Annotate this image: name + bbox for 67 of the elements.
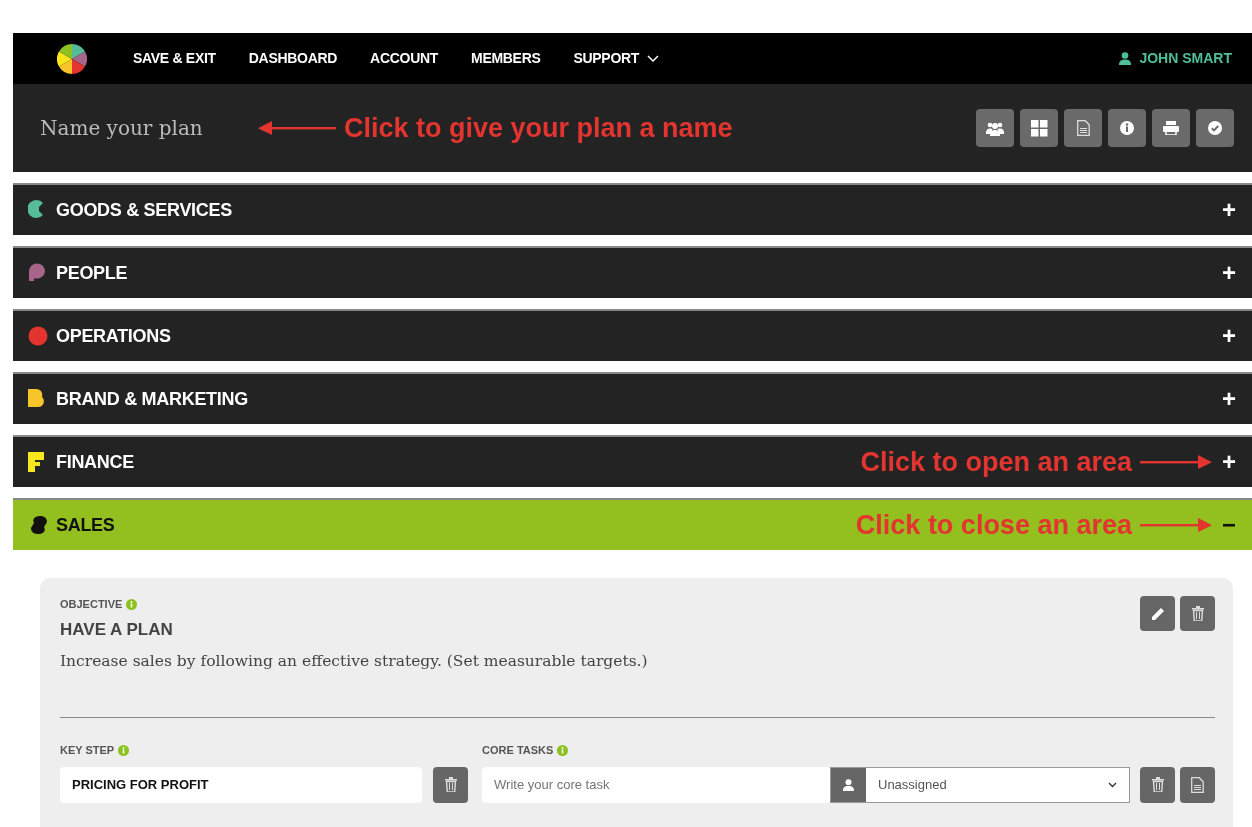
field-label: KEY STEP (60, 743, 115, 759)
objective-description: Increase sales by following an effective strategy. (Set measurable targets.) (60, 651, 649, 672)
field-label: OBJECTIVE (60, 597, 123, 612)
area-title: BRAND & MARKETING (56, 387, 248, 411)
check-circle-icon (1208, 121, 1222, 135)
area-title: FINANCE (56, 450, 134, 474)
toolbar-button[interactable] (1196, 109, 1234, 147)
grid-icon (1030, 119, 1048, 137)
logo-icon (57, 43, 87, 74)
expand-button[interactable]: + (1220, 387, 1238, 411)
user-menu[interactable]: JOHN SMART (1119, 48, 1232, 69)
nav-link[interactable]: SAVE & EXIT (133, 48, 216, 69)
notes-button[interactable] (1180, 766, 1215, 803)
user-icon (1119, 52, 1132, 65)
nav-link[interactable]: MEMBERS (471, 48, 541, 69)
document-icon (1076, 120, 1090, 136)
info-icon (557, 745, 569, 756)
trash-icon (444, 777, 457, 793)
annotation-arrow (1140, 455, 1212, 469)
objective-title: HAVE A PLAN (60, 618, 174, 641)
key-step-field[interactable]: PRICING FOR PROFIT (60, 766, 423, 803)
assignee-select[interactable]: Unassigned (830, 766, 1130, 803)
expand-button[interactable]: + (1220, 324, 1238, 348)
toolbar-button[interactable] (1020, 109, 1058, 147)
expand-button[interactable]: + (1220, 261, 1238, 285)
info-icon (126, 598, 138, 610)
info-icon (1120, 121, 1134, 135)
toolbar-button[interactable] (1152, 109, 1190, 147)
area-header[interactable]: GOODS & SERVICES + (13, 183, 1252, 235)
area-title: OPERATIONS (56, 324, 171, 348)
expand-button[interactable]: + (1220, 198, 1238, 222)
nav-link[interactable]: ACCOUNT (370, 48, 438, 69)
annotation-text: Click to close an area (855, 508, 1132, 542)
annotation-text: Click to open an area (860, 445, 1132, 479)
area-header[interactable]: OPERATIONS + (13, 309, 1252, 361)
annotation-text: Click to give your plan a name (344, 111, 733, 145)
expand-button[interactable]: + (1220, 450, 1238, 474)
area-title: GOODS & SERVICES (56, 198, 232, 222)
nav-link[interactable]: SUPPORT (573, 48, 660, 69)
core-task-field[interactable]: Write your core task (482, 766, 830, 803)
plan-name-field[interactable]: Name your plan (40, 113, 260, 143)
area-header[interactable]: PEOPLE + (13, 246, 1252, 298)
area-title: SALES (56, 513, 115, 537)
info-icon (118, 745, 130, 756)
delete-button[interactable] (1180, 596, 1215, 631)
annotation-arrow (1140, 518, 1212, 532)
trash-icon (1191, 606, 1204, 621)
delete-button[interactable] (433, 766, 469, 803)
edit-button[interactable] (1140, 596, 1175, 631)
area-header[interactable]: SALES Click to close an area − (13, 498, 1252, 550)
trash-icon (1151, 777, 1164, 793)
chevron-down-icon (1108, 781, 1117, 788)
nav-link[interactable]: DASHBOARD (248, 48, 338, 69)
pencil-icon (1150, 606, 1165, 621)
toolbar-button[interactable] (1064, 109, 1102, 147)
area-title: PEOPLE (56, 261, 128, 285)
user-icon (843, 778, 854, 791)
field-label: CORE TASKS (482, 743, 554, 759)
printer-icon (1163, 121, 1179, 135)
area-header[interactable]: FINANCE Click to open an area + (13, 435, 1252, 487)
team-icon (986, 120, 1004, 136)
area-header[interactable]: BRAND & MARKETING + (13, 372, 1252, 424)
delete-button[interactable] (1140, 766, 1175, 803)
collapse-button[interactable]: − (1220, 513, 1238, 537)
toolbar-button[interactable] (1108, 109, 1146, 147)
toolbar-button[interactable] (976, 109, 1014, 147)
document-icon (1191, 776, 1204, 793)
